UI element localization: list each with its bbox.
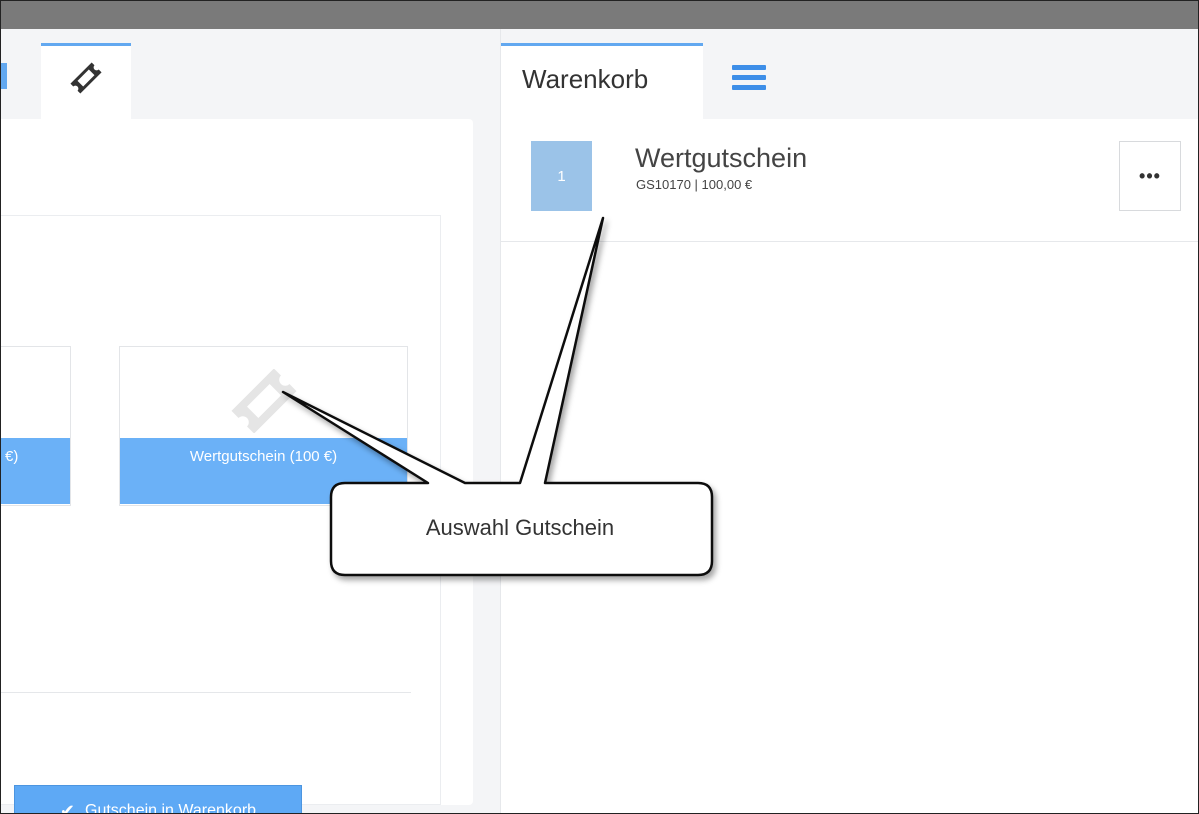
- check-icon: ✔: [59, 800, 76, 814]
- voucher-card: €) Wertgutschein (100 €) ✔ Gutschein in …: [1, 119, 473, 813]
- cart-item-meta: GS10170 | 100,00 €: [636, 177, 753, 192]
- menu-icon[interactable]: [732, 65, 766, 91]
- voucher-tile-wertgutschein[interactable]: Wertgutschein (100 €): [119, 346, 408, 506]
- divider: [1, 692, 411, 693]
- cart-tab-bar: Warenkorb: [501, 29, 1198, 119]
- previous-tab-edge[interactable]: [1, 63, 7, 89]
- voucher-tile-label: €): [1, 438, 70, 504]
- window-top-bar: [1, 1, 1198, 29]
- add-to-cart-label: Gutschein in Warenkorb: [85, 802, 257, 814]
- ticket-icon: [216, 368, 312, 438]
- voucher-tile[interactable]: €): [1, 346, 71, 506]
- cart-pane: Warenkorb 1 Wertgutschein GS10170 | 100,…: [500, 29, 1198, 813]
- app-window: €) Wertgutschein (100 €) ✔ Gutschein in …: [0, 0, 1199, 814]
- tab-cart[interactable]: Warenkorb: [501, 43, 703, 119]
- more-options-button[interactable]: •••: [1119, 141, 1181, 211]
- voucher-selection-panel: €) Wertgutschein (100 €) ✔ Gutschein in …: [1, 215, 441, 813]
- cart-item-name: Wertgutschein: [635, 143, 808, 173]
- add-to-cart-button[interactable]: ✔ Gutschein in Warenkorb: [14, 785, 302, 814]
- voucher-tile-label: Wertgutschein (100 €): [120, 438, 407, 504]
- tab-vouchers[interactable]: [41, 43, 131, 119]
- ticket-icon: [66, 58, 106, 103]
- quantity-badge[interactable]: 1: [531, 141, 592, 211]
- voucher-pane: €) Wertgutschein (100 €) ✔ Gutschein in …: [1, 29, 475, 813]
- callout-text: Auswahl Gutschein: [425, 515, 615, 540]
- cart-item-row[interactable]: 1 Wertgutschein GS10170 | 100,00 € •••: [501, 119, 1198, 242]
